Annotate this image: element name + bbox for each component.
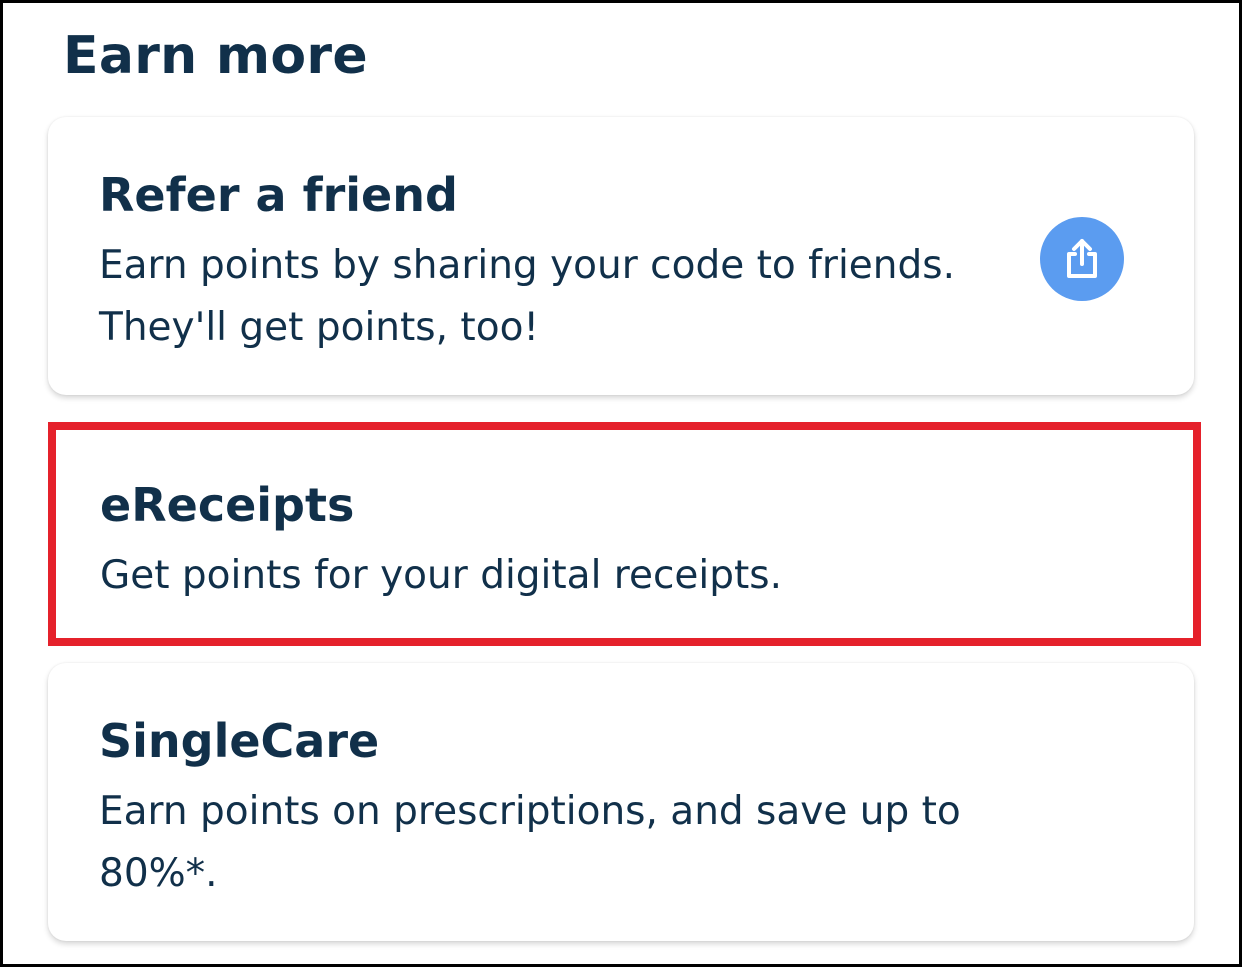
card-title: SingleCare bbox=[99, 714, 380, 768]
card-title: Refer a friend bbox=[99, 168, 458, 222]
card-title: eReceipts bbox=[100, 478, 355, 532]
card-description: Get points for your digital receipts. bbox=[100, 553, 783, 598]
card-description: Earn points on prescriptions, and save u… bbox=[99, 789, 961, 896]
section-title: Earn more bbox=[63, 26, 368, 86]
card-description: Earn points by sharing your code to frie… bbox=[99, 243, 955, 350]
share-icon bbox=[1067, 239, 1097, 278]
refer-a-friend-card[interactable]: Refer a friend Earn points by sharing yo… bbox=[48, 117, 1194, 395]
earn-more-screen: Earn more Refer a friend Earn points by … bbox=[0, 0, 1242, 967]
singlecare-card[interactable]: SingleCare Earn points on prescriptions,… bbox=[48, 663, 1194, 941]
share-button[interactable] bbox=[1040, 217, 1124, 301]
ereceipts-card[interactable]: eReceipts Get points for your digital re… bbox=[48, 422, 1201, 646]
